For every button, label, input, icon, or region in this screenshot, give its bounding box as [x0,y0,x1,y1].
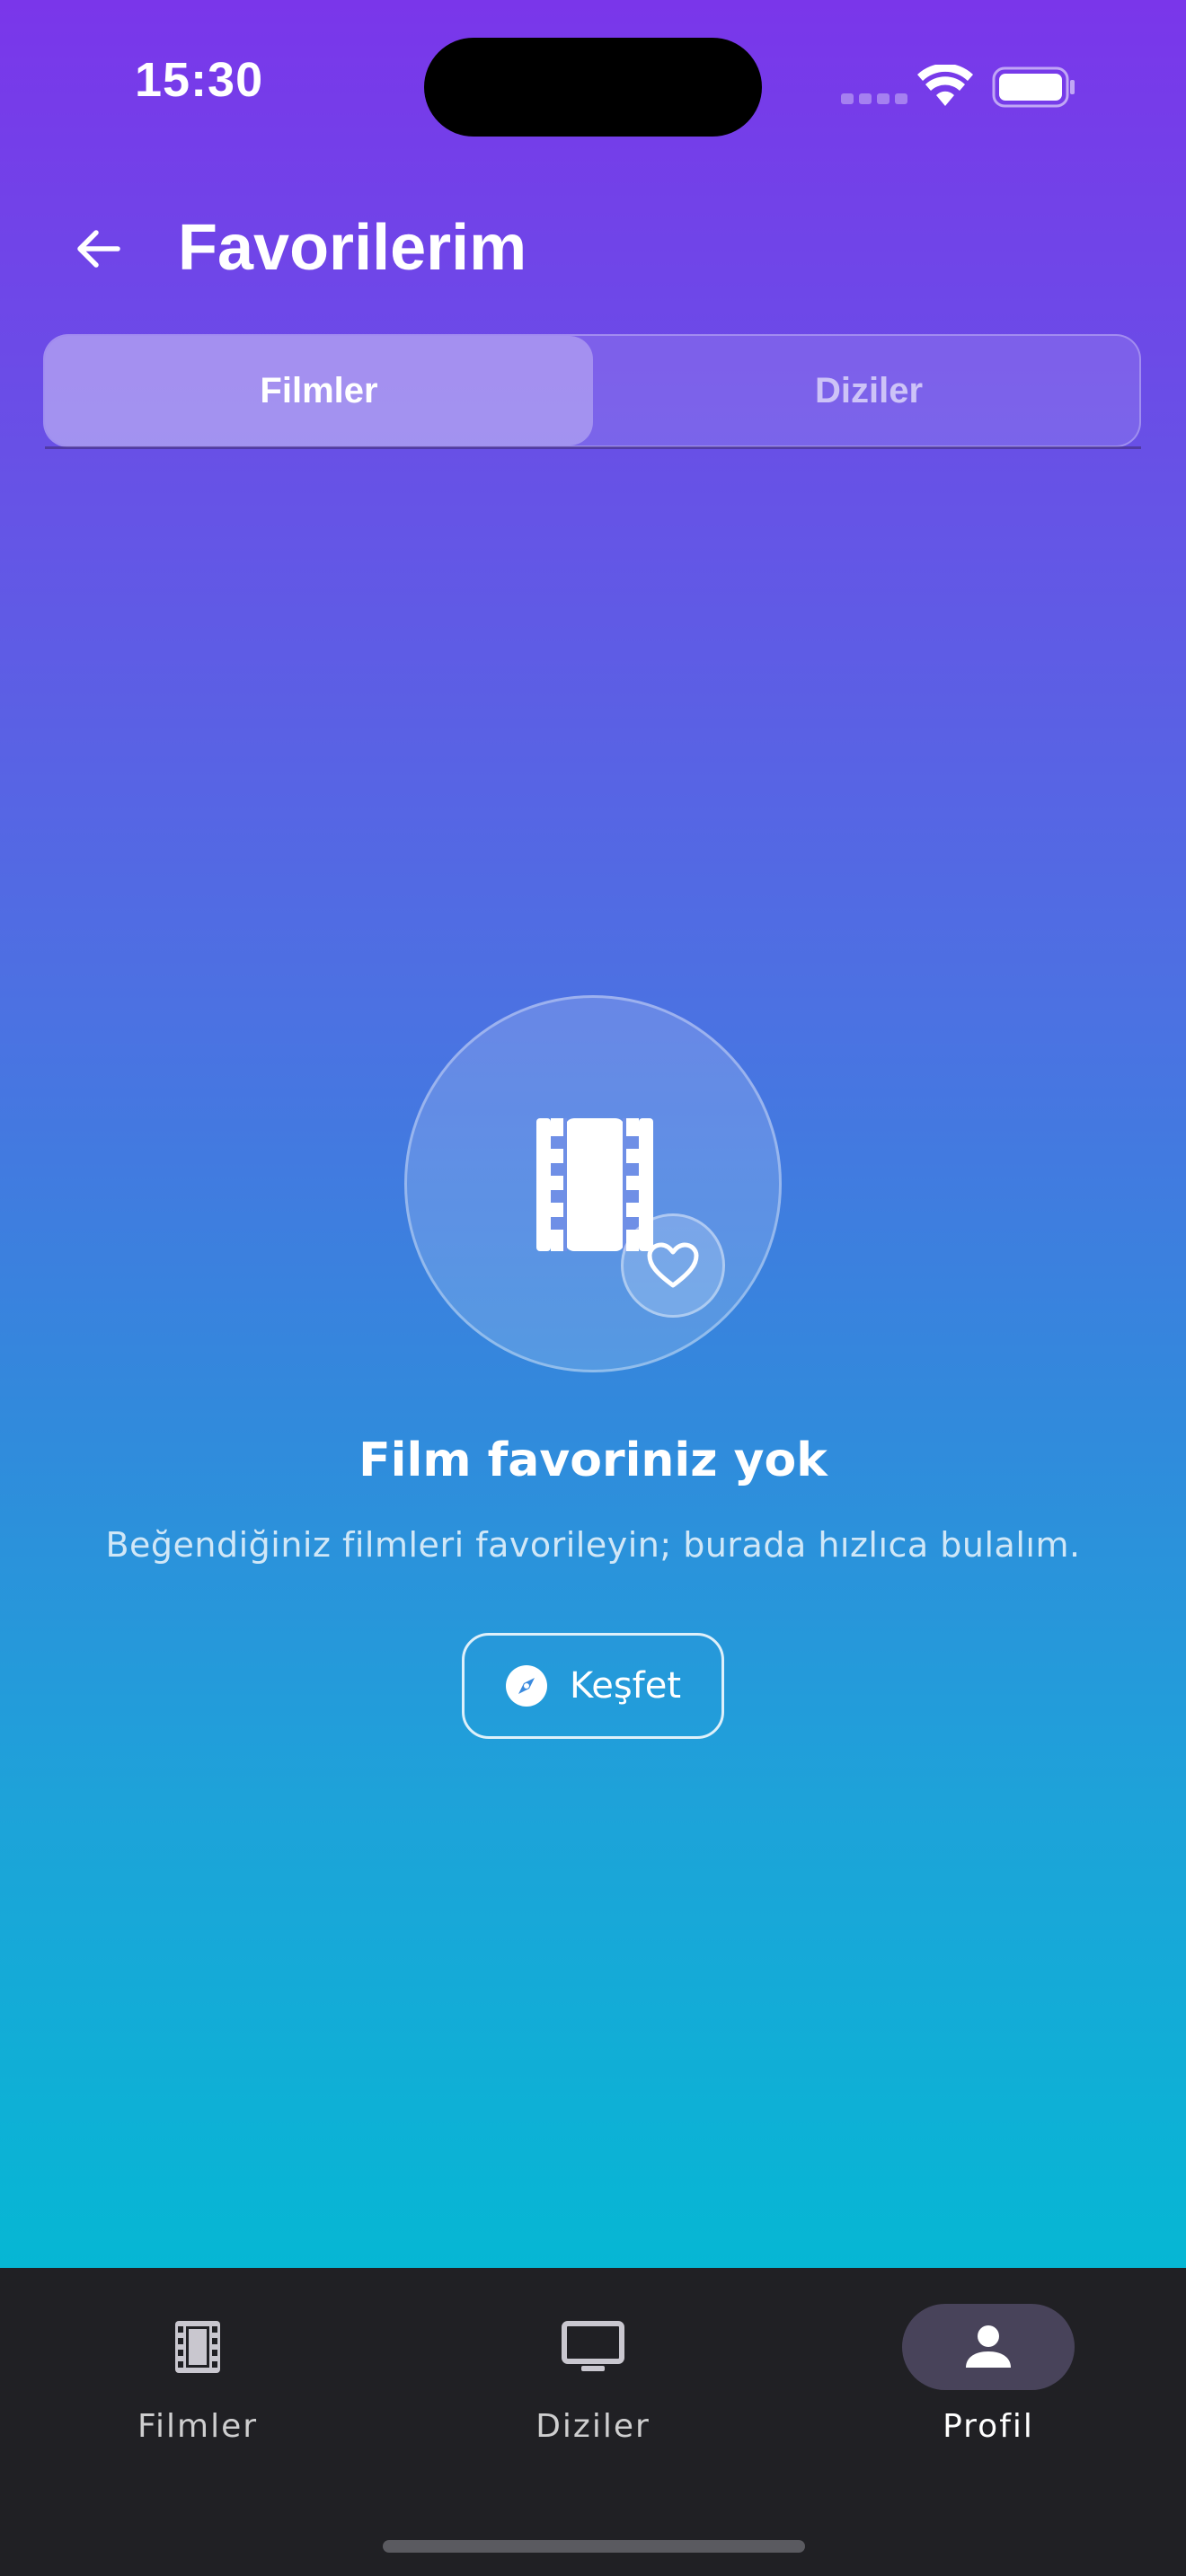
empty-state-illustration [404,995,782,1372]
nav-label-profil: Profil [943,2408,1034,2445]
empty-state-title: Film favoriniz yok [358,1434,828,1487]
nav-active-indicator [902,2304,1075,2390]
tab-filmler[interactable]: Filmler [45,336,593,446]
page-title: Favorilerim [178,212,527,284]
status-time: 15:30 [135,53,264,107]
nav-item-profil[interactable]: Profil [881,2304,1096,2466]
nav-item-diziler[interactable]: Diziler [485,2304,701,2466]
back-button[interactable] [56,207,140,291]
compass-icon [505,1665,547,1707]
film-icon [175,2321,220,2373]
tab-diziler[interactable]: Diziler [595,336,1143,446]
heart-outline-icon [647,1242,699,1288]
tv-icon [562,2321,624,2371]
empty-state-subtitle: Beğendiğiniz filmleri favorileyin; burad… [105,1525,1081,1565]
nav-label-filmler: Filmler [137,2408,259,2445]
home-indicator [383,2540,805,2553]
tab-divider [45,446,1141,449]
explore-button[interactable]: Keşfet [462,1633,724,1739]
battery-icon [992,66,1075,108]
arrow-left-icon [77,230,120,268]
bottom-navigation: Filmler Diziler Profil [0,2268,1186,2576]
wifi-icon [917,65,973,106]
cellular-signal-icon [841,93,907,104]
app-screen: 15:30 Favorilerim Filmler Diziler Film f… [0,0,1186,2576]
dynamic-island [424,38,762,137]
favorites-tab-bar: Filmler Diziler [43,334,1141,447]
person-icon [966,2325,1011,2368]
nav-label-diziler: Diziler [535,2408,651,2445]
nav-item-filmler[interactable]: Filmler [90,2304,305,2466]
explore-button-label: Keşfet [569,1665,682,1707]
heart-badge [621,1213,725,1318]
